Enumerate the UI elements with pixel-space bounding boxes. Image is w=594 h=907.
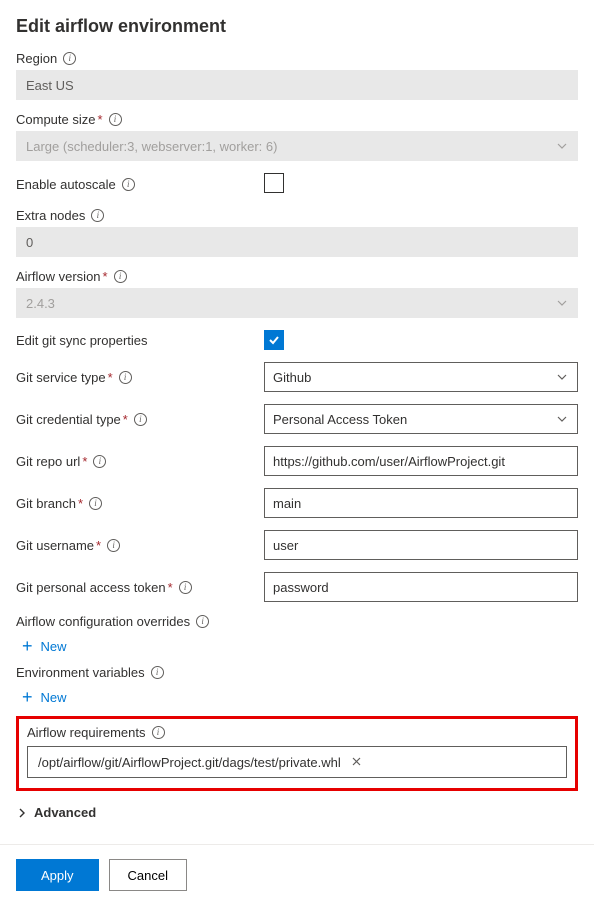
advanced-label: Advanced [34,805,96,820]
requirements-tag: /opt/airflow/git/AirflowProject.git/dags… [38,755,341,770]
compute-value: Large (scheduler:3, webserver:1, worker:… [26,139,277,154]
overrides-add-button[interactable]: + New [22,637,67,655]
remove-tag-icon[interactable] [351,755,362,770]
info-icon[interactable]: i [114,270,127,283]
chevron-down-icon [556,297,568,309]
info-icon[interactable]: i [119,371,132,384]
required-mark: * [108,370,113,385]
info-icon[interactable]: i [63,52,76,65]
required-mark: * [123,412,128,427]
extra-nodes-value: 0 [16,227,578,257]
envvars-add-label: New [41,690,67,705]
required-mark: * [97,112,102,127]
git-branch-label: Git branch [16,496,76,511]
info-icon[interactable]: i [134,413,147,426]
airflow-version-label: Airflow version [16,269,101,284]
required-mark: * [168,580,173,595]
compute-select: Large (scheduler:3, webserver:1, worker:… [16,131,578,161]
autoscale-checkbox[interactable] [264,173,284,193]
info-icon[interactable]: i [151,666,164,679]
page-title: Edit airflow environment [16,16,578,37]
overrides-label: Airflow configuration overrides [16,614,190,629]
chevron-down-icon [556,140,568,152]
info-icon[interactable]: i [122,178,135,191]
info-icon[interactable]: i [89,497,102,510]
region-label: Region [16,51,57,66]
git-token-label: Git personal access token [16,580,166,595]
git-cred-label: Git credential type [16,412,121,427]
apply-button[interactable]: Apply [16,859,99,891]
cancel-button[interactable]: Cancel [109,859,187,891]
required-mark: * [103,269,108,284]
git-cred-select[interactable]: Personal Access Token [264,404,578,434]
git-service-select[interactable]: Github [264,362,578,392]
git-sync-checkbox[interactable] [264,330,284,350]
airflow-version-value: 2.4.3 [26,296,55,311]
autoscale-label: Enable autoscale [16,177,116,192]
plus-icon: + [22,637,33,655]
git-url-label: Git repo url [16,454,80,469]
info-icon[interactable]: i [91,209,104,222]
git-user-input[interactable] [264,530,578,560]
airflow-version-select: 2.4.3 [16,288,578,318]
git-token-input[interactable] [264,572,578,602]
required-mark: * [78,496,83,511]
required-mark: * [96,538,101,553]
footer-separator [0,844,594,845]
git-branch-input[interactable] [264,488,578,518]
chevron-right-icon [16,807,28,819]
git-service-label: Git service type [16,370,106,385]
compute-label: Compute size [16,112,95,127]
info-icon[interactable]: i [107,539,120,552]
git-user-label: Git username [16,538,94,553]
git-sync-label: Edit git sync properties [16,333,148,348]
info-icon[interactable]: i [179,581,192,594]
info-icon[interactable]: i [196,615,209,628]
git-url-input[interactable] [264,446,578,476]
requirements-input[interactable]: /opt/airflow/git/AirflowProject.git/dags… [27,746,567,778]
requirements-section: Airflow requirements i /opt/airflow/git/… [16,716,578,791]
plus-icon: + [22,688,33,706]
envvars-label: Environment variables [16,665,145,680]
region-value: East US [16,70,578,100]
info-icon[interactable]: i [109,113,122,126]
extra-nodes-label: Extra nodes [16,208,85,223]
advanced-expander[interactable]: Advanced [16,805,96,820]
required-mark: * [82,454,87,469]
info-icon[interactable]: i [152,726,165,739]
info-icon[interactable]: i [93,455,106,468]
envvars-add-button[interactable]: + New [22,688,67,706]
requirements-label: Airflow requirements [27,725,146,740]
overrides-add-label: New [41,639,67,654]
